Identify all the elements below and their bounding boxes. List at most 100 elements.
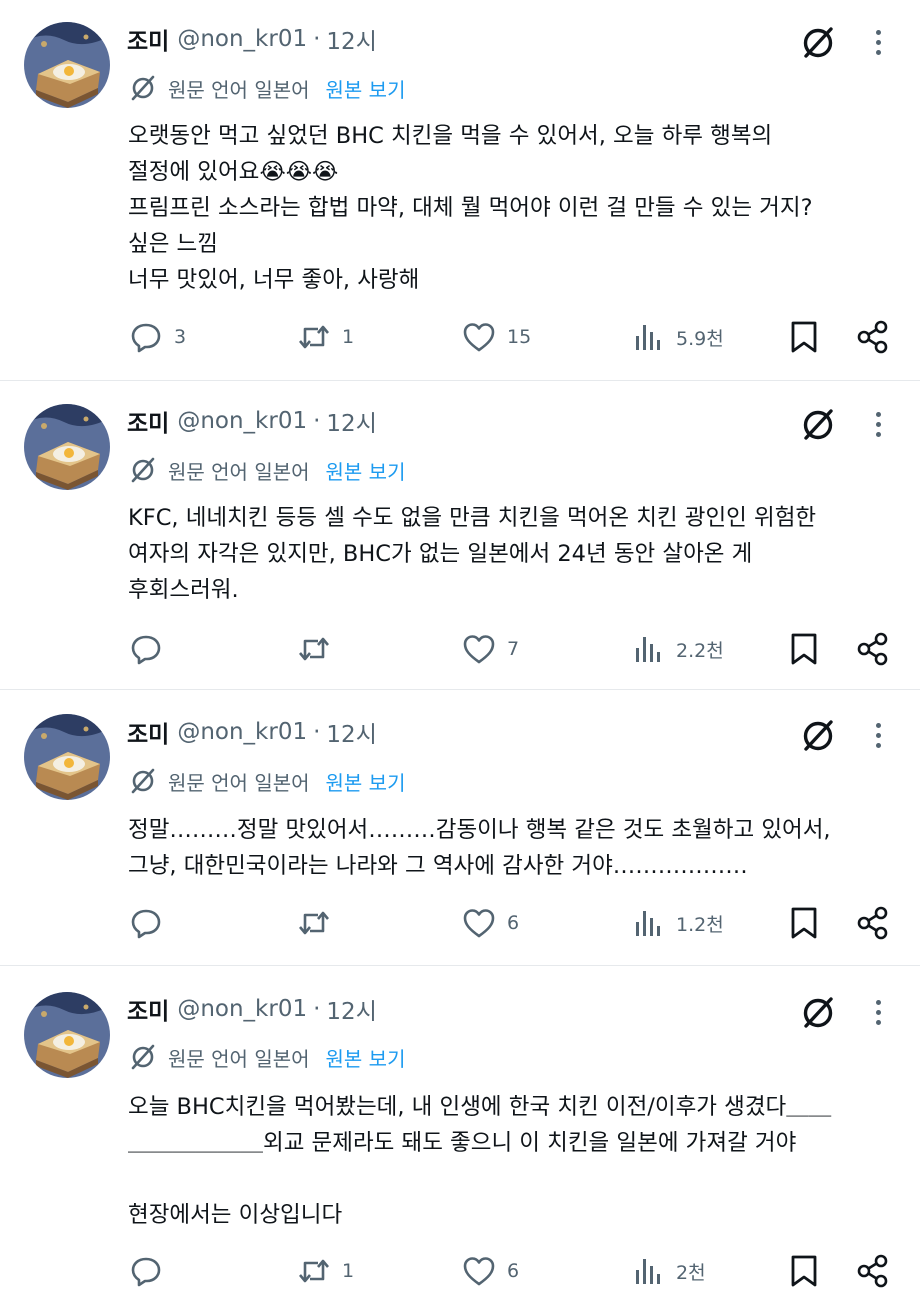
bookmark-icon	[791, 321, 817, 353]
reply-button[interactable]	[128, 901, 174, 945]
reply-icon	[131, 323, 161, 353]
post-text: 오늘 BHC치킨을 먹어봤는데, 내 인생에 한국 치킨 이전/이후가 생겼다＿…	[128, 1094, 832, 1228]
action-bar: 7 2.2천	[0, 627, 920, 671]
separator: ·	[313, 408, 321, 434]
post-time[interactable]: 12시	[326, 992, 376, 1026]
repost-icon	[299, 1259, 329, 1283]
views-icon	[636, 637, 660, 662]
share-button[interactable]	[855, 627, 891, 671]
post-time[interactable]: 12시	[326, 22, 376, 56]
like-count: 15	[507, 326, 532, 348]
view-count: 2.2천	[676, 639, 724, 662]
grok-icon[interactable]	[798, 993, 838, 1033]
like-count: 7	[507, 638, 520, 660]
translation-bar: 원문 언어 일본어 원본 보기	[128, 71, 405, 105]
bookmark-button[interactable]	[786, 1249, 822, 1293]
reply-count: 3	[174, 326, 187, 348]
translate-icon	[131, 1044, 155, 1070]
share-button[interactable]	[855, 1249, 891, 1293]
bookmark-button[interactable]	[786, 627, 822, 671]
bookmark-button[interactable]	[786, 315, 822, 359]
views-icon	[636, 1259, 660, 1284]
action-bar: 1 6 2천	[0, 1249, 920, 1293]
author-handle[interactable]: @non_kr01	[177, 719, 307, 745]
avatar[interactable]	[24, 714, 110, 800]
show-original-link[interactable]: 원본 보기	[326, 1043, 406, 1072]
like-button[interactable]: 7	[461, 627, 519, 671]
share-button[interactable]	[855, 315, 891, 359]
author-handle[interactable]: @non_kr01	[177, 408, 307, 434]
share-button[interactable]	[855, 901, 891, 945]
repost-button[interactable]	[296, 901, 342, 945]
repost-button[interactable]	[296, 627, 342, 671]
heart-icon	[463, 323, 495, 352]
repost-icon	[299, 637, 329, 661]
like-button[interactable]: 15	[461, 315, 531, 359]
share-icon	[857, 1254, 888, 1288]
reply-button[interactable]: 3	[128, 315, 186, 359]
avatar[interactable]	[24, 22, 110, 108]
post[interactable]: 조미 @non_kr01 · 12시 원문 언어 일본어 원본 보기 오늘 BH…	[0, 967, 920, 1300]
author-name[interactable]: 조미	[127, 992, 169, 1026]
show-original-link[interactable]: 원본 보기	[326, 767, 406, 796]
translate-icon	[131, 75, 155, 101]
more-icon[interactable]	[866, 992, 890, 1032]
like-button[interactable]: 6	[461, 1249, 519, 1293]
bookmark-button[interactable]	[786, 901, 822, 945]
views-button[interactable]: 2.2천	[630, 627, 724, 671]
post-text: 오랫동안 먹고 싶었던 BHC 치킨을 먹을 수 있어서, 오늘 하루 행복의 …	[128, 123, 813, 293]
reply-button[interactable]	[128, 627, 174, 671]
reply-button[interactable]	[128, 1249, 174, 1293]
reply-icon	[131, 1257, 161, 1287]
action-bar: 6 1.2천	[0, 901, 920, 945]
repost-count: 1	[342, 1260, 355, 1282]
post-header: 조미 @non_kr01 · 12시	[127, 403, 377, 439]
grok-icon[interactable]	[798, 716, 838, 756]
view-count: 5.9천	[676, 327, 724, 350]
post[interactable]: 조미 @non_kr01 · 12시 원문 언어 일본어 원본 보기 오랫동안 …	[0, 0, 920, 381]
avatar[interactable]	[24, 404, 110, 490]
repost-button[interactable]: 1	[296, 315, 354, 359]
views-button[interactable]: 2천	[630, 1249, 706, 1293]
translate-icon	[131, 457, 155, 483]
share-icon	[857, 906, 888, 940]
timeline: 조미 @non_kr01 · 12시 원문 언어 일본어 원본 보기 오랫동안 …	[0, 0, 920, 1300]
more-icon[interactable]	[866, 404, 890, 444]
bookmark-icon	[791, 1255, 817, 1287]
post-time[interactable]: 12시	[326, 715, 376, 749]
like-count: 6	[507, 912, 520, 934]
translated-from-label: 원문 언어 일본어	[168, 459, 310, 484]
repost-icon	[299, 911, 329, 935]
post-time[interactable]: 12시	[326, 404, 376, 438]
separator: ·	[313, 26, 321, 52]
show-original-link[interactable]: 원본 보기	[326, 456, 406, 485]
author-handle[interactable]: @non_kr01	[177, 996, 307, 1022]
heart-icon	[463, 1257, 495, 1286]
author-name[interactable]: 조미	[127, 404, 169, 438]
post[interactable]: 조미 @non_kr01 · 12시 원문 언어 일본어 원본 보기 KFC, …	[0, 382, 920, 690]
author-name[interactable]: 조미	[127, 22, 169, 56]
post-header: 조미 @non_kr01 · 12시	[127, 714, 377, 750]
post-header: 조미 @non_kr01 · 12시	[127, 991, 377, 1027]
translated-from-label: 원문 언어 일본어	[168, 770, 310, 795]
author-name[interactable]: 조미	[127, 715, 169, 749]
more-icon[interactable]	[866, 715, 890, 755]
like-button[interactable]: 6	[461, 901, 519, 945]
grok-icon[interactable]	[798, 405, 838, 445]
translation-bar: 원문 언어 일본어 원본 보기	[128, 453, 405, 487]
show-original-link[interactable]: 원본 보기	[326, 74, 406, 103]
author-handle[interactable]: @non_kr01	[177, 26, 307, 52]
repost-button[interactable]: 1	[296, 1249, 354, 1293]
post[interactable]: 조미 @non_kr01 · 12시 원문 언어 일본어 원본 보기 정말…………	[0, 691, 920, 966]
bookmark-icon	[791, 633, 817, 665]
avatar[interactable]	[24, 992, 110, 1078]
translate-icon	[131, 768, 155, 794]
repost-icon	[299, 325, 329, 349]
more-icon[interactable]	[866, 22, 890, 62]
post-header: 조미 @non_kr01 · 12시	[127, 21, 377, 57]
repost-count: 1	[342, 326, 355, 348]
grok-icon[interactable]	[798, 23, 838, 63]
views-button[interactable]: 1.2천	[630, 901, 724, 945]
views-button[interactable]: 5.9천	[630, 315, 724, 359]
reply-icon	[131, 635, 161, 665]
